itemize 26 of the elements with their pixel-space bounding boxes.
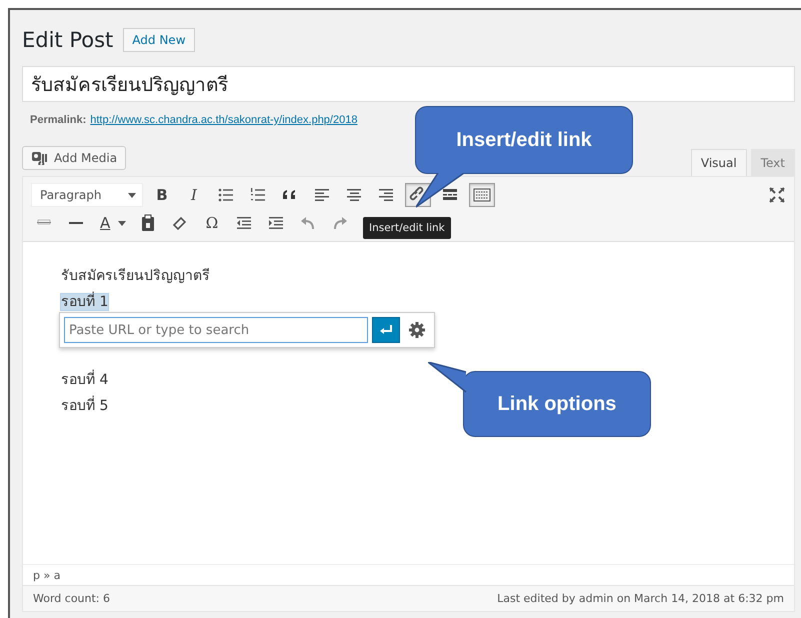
keyboard-icon[interactable] (469, 183, 495, 207)
url-field[interactable]: Paste URL or type to search (64, 317, 368, 343)
fullscreen-icon[interactable] (768, 186, 786, 204)
element-path: p » a (33, 569, 60, 582)
text-color-button[interactable]: A (95, 211, 129, 235)
content-line: รับสมัครเรียนปริญญาตรี (61, 268, 210, 284)
page-title: Edit Post (22, 28, 114, 52)
permalink-link[interactable]: http://www.sc.chandra.ac.th/sakonrat-y/index.php/2018 (90, 114, 358, 126)
word-count: Word count: 6 (33, 592, 110, 605)
content-line: รอบที่ 5 (61, 398, 108, 414)
apply-button[interactable] (372, 317, 400, 343)
title-field[interactable]: รับสมัครเรียนปริญญาตรี (22, 66, 795, 102)
format-select[interactable]: Paragraph (31, 183, 143, 207)
content-line: รอบที่ 4 (61, 372, 108, 388)
add-new-button[interactable]: Add New (123, 28, 195, 52)
media-icon (31, 151, 49, 165)
last-edited: Last edited by admin on March 14, 2018 at 6:32 pm (497, 592, 784, 605)
special-character-button[interactable]: Ω (199, 211, 225, 235)
format-button[interactable]: B (149, 183, 175, 207)
editor-tab[interactable]: Visual (690, 149, 747, 176)
callout-pointer (416, 173, 466, 209)
add-media-button[interactable]: Add Media (22, 146, 126, 170)
tooltip: Insert/edit link (363, 217, 451, 239)
format-button[interactable]: I (181, 183, 207, 207)
permalink-label: Permalink: (30, 114, 86, 126)
enter-icon (379, 324, 393, 336)
